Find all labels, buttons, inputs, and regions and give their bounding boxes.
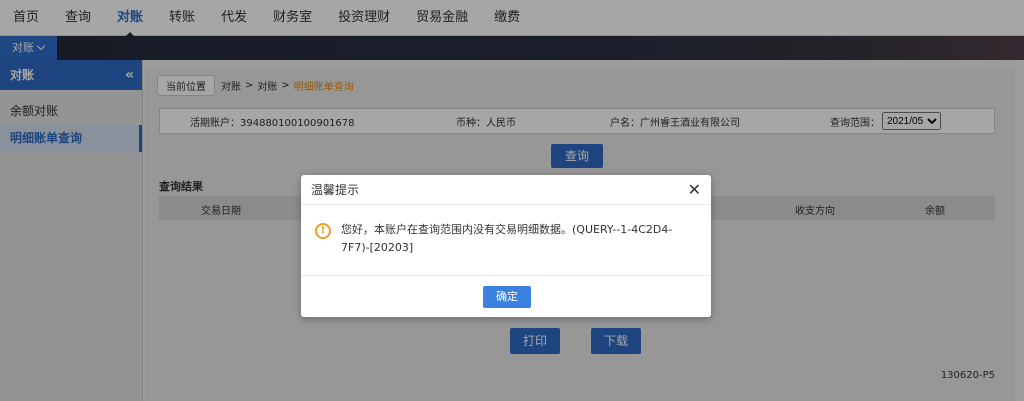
confirm-button[interactable]: 确定 xyxy=(483,286,531,308)
dialog-message: 您好，本账户在查询范围内没有交易明细数据。(QUERY--1-4C2D4-7F7… xyxy=(341,223,673,254)
alert-dialog: 温馨提示 ✕ ! 您好，本账户在查询范围内没有交易明细数据。(QUERY--1-… xyxy=(301,175,711,317)
warning-icon: ! xyxy=(315,223,331,239)
close-icon[interactable]: ✕ xyxy=(688,175,701,205)
dialog-title: 温馨提示 xyxy=(311,183,360,197)
dialog-header: 温馨提示 ✕ xyxy=(301,175,711,205)
dialog-body: ! 您好，本账户在查询范围内没有交易明细数据。(QUERY--1-4C2D4-7… xyxy=(315,221,695,257)
dialog-footer: 确定 xyxy=(301,275,711,317)
